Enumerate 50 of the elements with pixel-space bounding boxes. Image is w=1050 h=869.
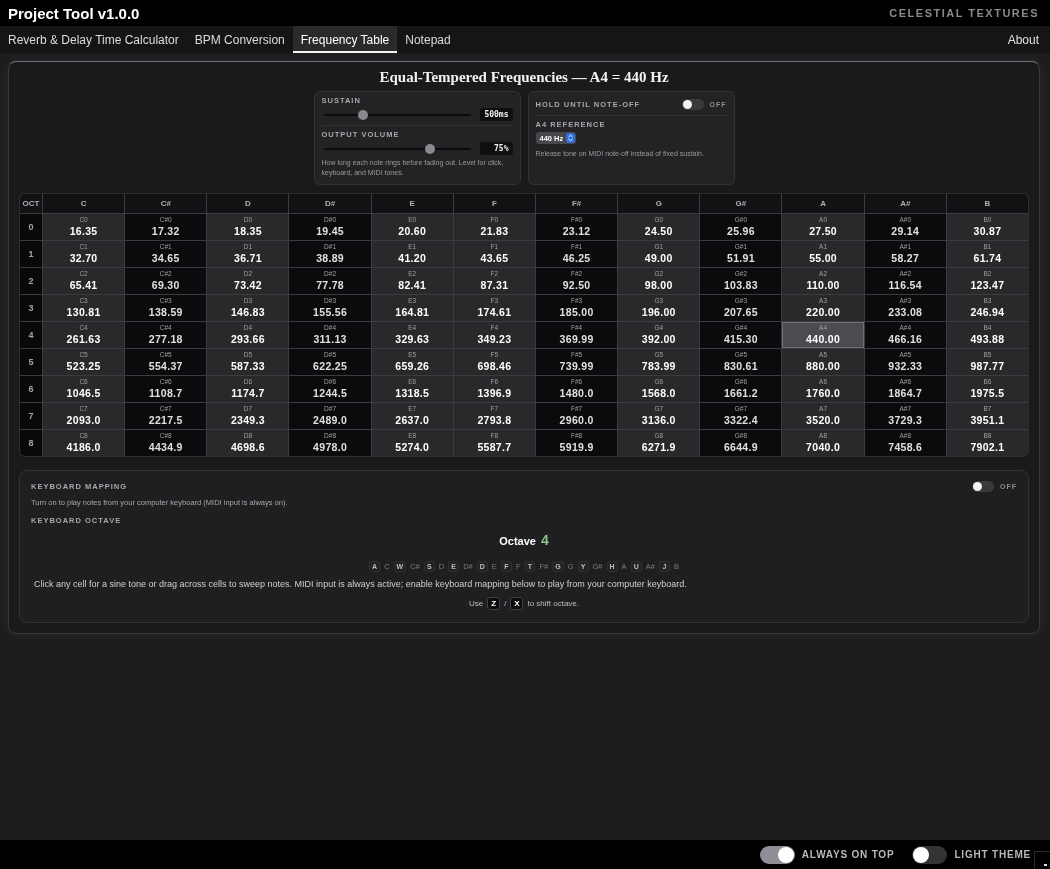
stepper-icon xyxy=(566,133,576,143)
column-header: E xyxy=(371,194,453,214)
toggle-switch[interactable] xyxy=(972,481,994,493)
octave-label: 1 xyxy=(20,241,42,268)
octave-label: 2 xyxy=(20,268,42,295)
octave-label: 4 xyxy=(20,322,42,349)
toggle-switch[interactable] xyxy=(912,845,948,864)
column-header: F# xyxy=(536,194,618,214)
octave-label: 6 xyxy=(20,376,42,403)
octave-label: 3 xyxy=(20,295,42,322)
column-header: C# xyxy=(125,194,207,214)
toggle-label: ALWAYS ON TOP xyxy=(801,849,895,860)
resize-grip-icon[interactable] xyxy=(1034,851,1050,869)
slider-value: 500ms xyxy=(479,108,513,121)
column-header: B xyxy=(946,194,1028,214)
slider-thumb[interactable] xyxy=(424,143,435,154)
octave-value: 4 xyxy=(540,532,549,549)
tab[interactable]: Frequency Table xyxy=(292,26,398,53)
toggle-label: LIGHT THEME xyxy=(954,849,1031,860)
panel-title: Equal-Tempered Frequencies — A4 = 440 Hz xyxy=(379,69,669,86)
tab[interactable]: BPM Conversion xyxy=(186,26,293,53)
octave-label: 5 xyxy=(20,349,42,376)
slider-value: 75% xyxy=(479,142,513,155)
column-header: C xyxy=(43,194,125,214)
column-header: A# xyxy=(864,194,946,214)
toggle-switch[interactable] xyxy=(759,845,795,864)
shift-hint-text: to shift octave. xyxy=(527,599,580,609)
octave-label: 8 xyxy=(20,430,42,457)
instruction-text: Click any cell for a sine tone or drag across cells to sweep notes. MIDI input is always active; enable keyboard mapping below to play from your computer keyboard. xyxy=(33,579,687,590)
slider-thumb[interactable] xyxy=(357,109,368,120)
separator-text: / xyxy=(504,599,507,609)
column-header: A xyxy=(782,194,864,214)
app-title: Project Tool v1.0.0 xyxy=(8,4,140,22)
tab[interactable]: Reverb & Delay Time Calculator xyxy=(0,26,187,53)
key-cap: Z xyxy=(487,597,501,611)
octave-label: 0 xyxy=(20,214,42,241)
toggle-switch[interactable] xyxy=(681,99,704,110)
column-header: D# xyxy=(289,194,371,214)
shift-hint-text: Use xyxy=(468,599,484,609)
column-header: F xyxy=(453,194,535,214)
column-header: G# xyxy=(700,194,782,214)
column-header: OCT xyxy=(20,194,42,214)
column-header: G xyxy=(618,194,700,214)
key-cap: X xyxy=(510,597,524,611)
tab[interactable]: Notepad xyxy=(397,26,459,53)
about-link[interactable]: About xyxy=(996,32,1050,47)
octave-label: Octave xyxy=(499,535,536,548)
column-header: D xyxy=(207,194,289,214)
brand-label: CELESTIAL TEXTURES xyxy=(889,7,1039,19)
octave-label: 7 xyxy=(20,403,42,430)
